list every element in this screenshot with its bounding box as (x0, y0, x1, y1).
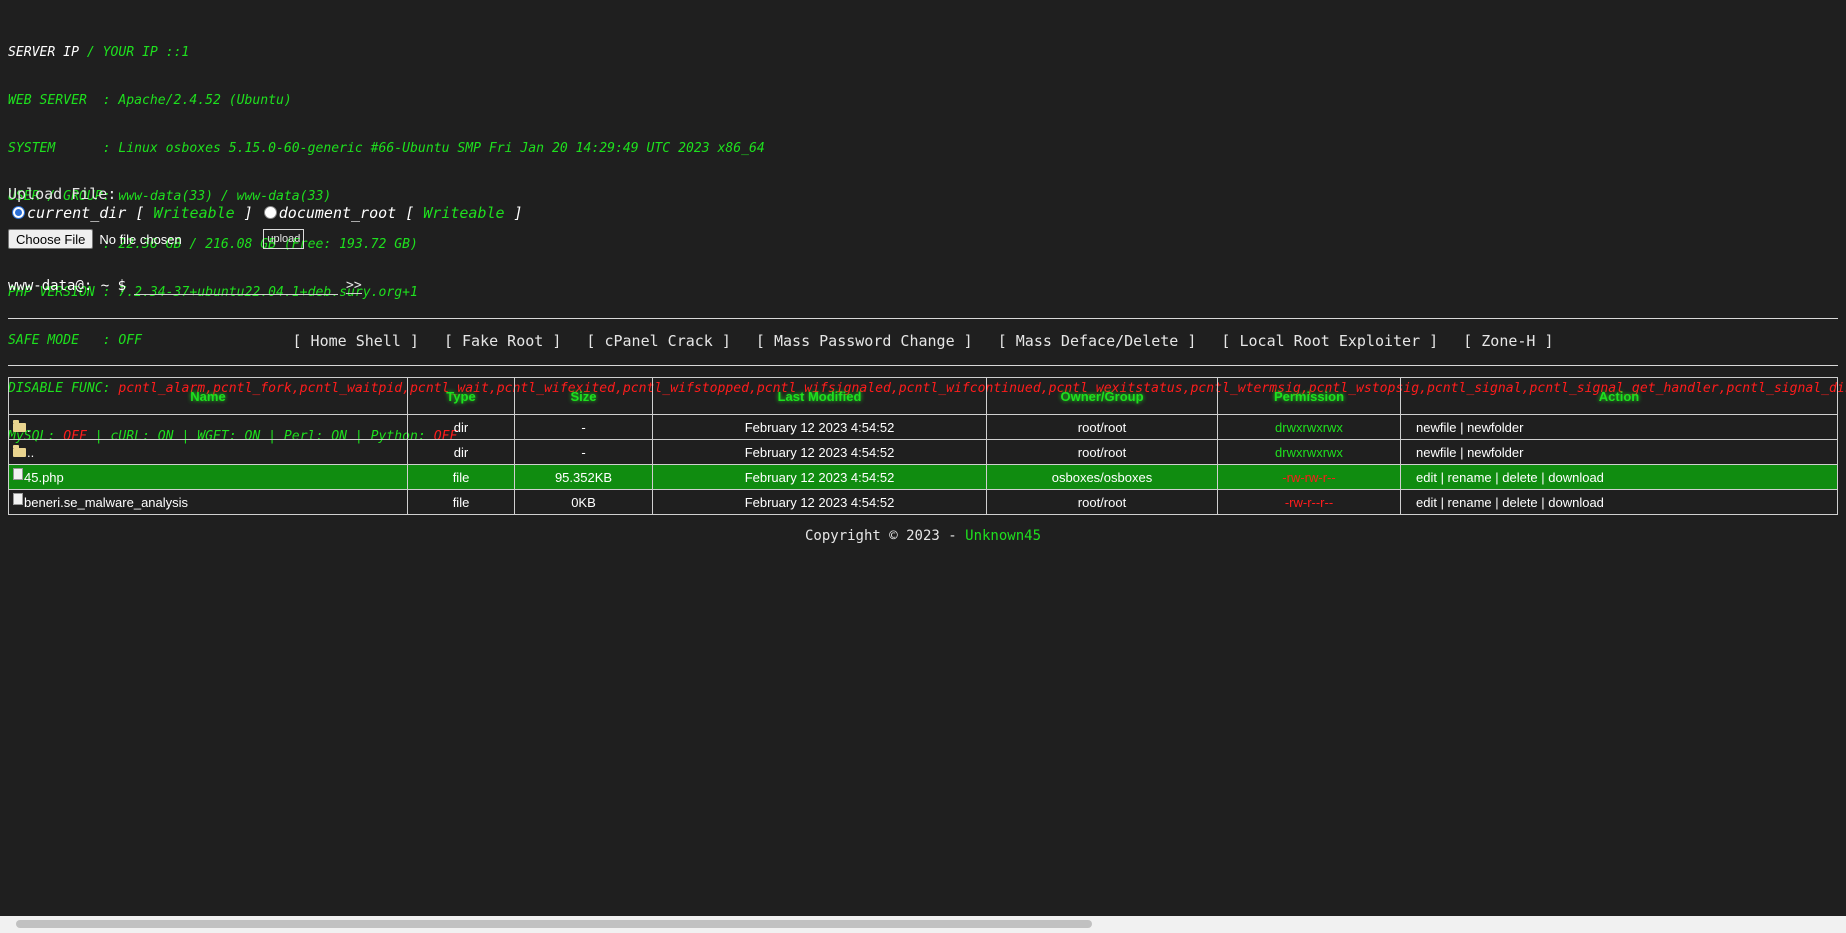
current-dir-writeable: Writeable (153, 204, 235, 222)
bracket-open: [ (396, 204, 424, 222)
user-group-value: www-data(33) / www-data(33) (118, 189, 332, 204)
owner-cell: root/root (986, 489, 1218, 515)
owner-cell: osboxes/osboxes (986, 464, 1218, 490)
web-server-label: WEB SERVER : (8, 93, 119, 108)
size-cell: 0KB (514, 489, 653, 515)
command-bar: www-data@: ~ $ >> (8, 277, 362, 295)
radio-current-dir[interactable] (12, 205, 25, 219)
file-icon (13, 467, 23, 480)
bracket-close: ] (504, 204, 523, 222)
upload-title: Upload File: (8, 185, 117, 203)
table-row: . dir - February 12 2023 4:54:52 root/ro… (8, 414, 1838, 440)
upload-target: current_dir [ Writeable ] document_root … (8, 204, 523, 222)
size-cell: 95.352KB (514, 464, 653, 490)
type-cell: file (407, 489, 515, 515)
table-row: beneri.se_malware_analysis file 0KB Febr… (8, 489, 1838, 515)
permission-cell[interactable]: drwxrwxrwx (1217, 414, 1401, 440)
permission-cell[interactable]: drwxrwxrwx (1217, 439, 1401, 465)
shell-prompt: www-data@: ~ $ (8, 278, 127, 294)
col-size: Size (514, 377, 653, 415)
system-value: Linux osboxes 5.15.0-60-generic #66-Ubun… (118, 141, 765, 156)
action-links[interactable]: newfile | newfolder (1400, 439, 1838, 465)
file-table: Name Type Size Last Modified Owner/Group… (8, 377, 1838, 515)
table-row-highlighted: 45.php file 95.352KB February 12 2023 4:… (8, 464, 1838, 490)
no-file-chosen: No file chosen (99, 231, 182, 247)
name-cell: .. (8, 439, 408, 465)
file-icon (13, 492, 23, 505)
col-type: Type (407, 377, 515, 415)
copyright-text: Copyright © 2023 - (804, 528, 966, 544)
col-permission: Permission (1217, 377, 1401, 415)
author-link[interactable]: Unknown45 (965, 528, 1041, 544)
folder-icon (13, 419, 26, 432)
size-cell: - (514, 439, 653, 465)
system-label: SYSTEM : (8, 141, 119, 156)
divider (8, 318, 1838, 319)
divider (8, 365, 1838, 366)
file-name[interactable]: . (27, 420, 31, 435)
size-cell: - (514, 414, 653, 440)
current-dir-option-label: current_dir (27, 204, 127, 222)
table-header: Name Type Size Last Modified Owner/Group… (8, 377, 1838, 415)
upload-button[interactable]: upload (263, 229, 305, 249)
action-links[interactable]: edit | rename | delete | download (1400, 489, 1838, 515)
command-input[interactable] (134, 277, 339, 295)
type-cell: dir (407, 439, 515, 465)
scrollbar-thumb[interactable] (16, 920, 1092, 928)
tool-menu: [ Home Shell ] [ Fake Root ] [ cPanel Cr… (0, 332, 1846, 350)
col-owner-group: Owner/Group (986, 377, 1218, 415)
file-name[interactable]: 45.php (24, 470, 64, 485)
action-links[interactable]: newfile | newfolder (1400, 414, 1838, 440)
menu-home-shell[interactable]: [ Home Shell ] (292, 332, 418, 350)
horizontal-scrollbar[interactable] (0, 916, 1846, 933)
menu-fake-root[interactable]: [ Fake Root ] (444, 332, 561, 350)
folder-icon (13, 444, 26, 457)
file-name[interactable]: .. (27, 445, 34, 460)
name-cell: . (8, 414, 408, 440)
name-cell: 45.php (8, 464, 408, 490)
bracket-open: [ (126, 204, 154, 222)
name-cell: beneri.se_malware_analysis (8, 489, 408, 515)
permission-cell[interactable]: -rw-r--r-- (1217, 489, 1401, 515)
col-action: Action (1400, 377, 1838, 415)
menu-zone-h[interactable]: [ Zone-H ] (1463, 332, 1553, 350)
file-name[interactable]: beneri.se_malware_analysis (24, 495, 188, 510)
table-row: .. dir - February 12 2023 4:54:52 root/r… (8, 439, 1838, 465)
modified-cell: February 12 2023 4:54:52 (652, 439, 987, 465)
web-server-value: Apache/2.4.52 (Ubuntu) (118, 93, 292, 108)
your-ip: / YOUR IP ::1 (78, 45, 190, 60)
owner-cell: root/root (986, 439, 1218, 465)
modified-cell: February 12 2023 4:54:52 (652, 489, 987, 515)
owner-cell: root/root (986, 414, 1218, 440)
radio-document-root[interactable] (263, 205, 277, 219)
choose-file-button[interactable]: Choose File (8, 229, 94, 249)
server-ip-label: SERVER IP (8, 45, 79, 60)
file-chooser: Choose File No file chosen upload (8, 229, 305, 249)
col-last-modified: Last Modified (652, 377, 987, 415)
execute-button[interactable]: >> (346, 278, 362, 294)
col-name: Name (8, 377, 408, 415)
menu-mass-deface-delete[interactable]: [ Mass Deface/Delete ] (998, 332, 1197, 350)
footer: Copyright © 2023 - Unknown45 (0, 528, 1846, 544)
document-root-writeable: Writeable (423, 204, 505, 222)
menu-cpanel-crack[interactable]: [ cPanel Crack ] (586, 332, 731, 350)
document-root-option-label: document_root (278, 204, 397, 222)
menu-local-root-exploiter[interactable]: [ Local Root Exploiter ] (1221, 332, 1438, 350)
modified-cell: February 12 2023 4:54:52 (652, 414, 987, 440)
action-links[interactable]: edit | rename | delete | download (1400, 464, 1838, 490)
type-cell: dir (407, 414, 515, 440)
bracket-close: ] (234, 204, 253, 222)
type-cell: file (407, 464, 515, 490)
permission-cell[interactable]: -rw-rw-r-- (1217, 464, 1401, 490)
modified-cell: February 12 2023 4:54:52 (652, 464, 987, 490)
menu-mass-password-change[interactable]: [ Mass Password Change ] (756, 332, 973, 350)
